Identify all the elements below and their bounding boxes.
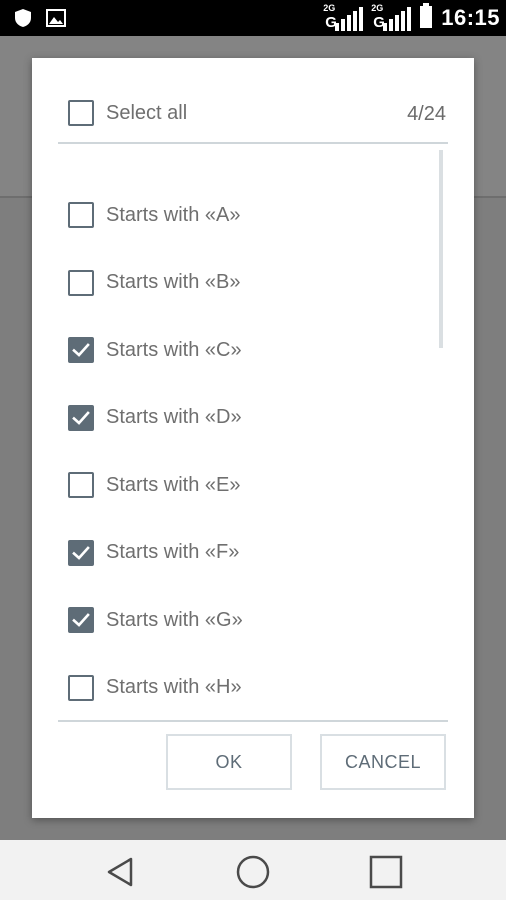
multi-select-dialog: Select all 4/24 Starts with «A» Starts wi… [32,58,474,818]
selected-count: 4/24 [407,103,446,125]
network-type-label: 2G [371,3,384,13]
list-item[interactable]: Starts with «H» [68,668,242,708]
list-item[interactable]: Starts with «D» [68,398,242,438]
item-label: Starts with «D» [106,406,242,428]
item-list[interactable]: Starts with «A» Starts with «B» Starts wit… [32,144,474,720]
item-label: Starts with «G» [106,608,243,631]
ok-button[interactable]: OK [166,734,292,790]
item-label: Starts with «F» [106,541,240,563]
battery-icon [419,2,433,34]
back-icon[interactable] [100,852,140,892]
network-type-label: 2G [323,3,336,13]
select-all-label: Select all [106,101,188,124]
cancel-button[interactable]: CANCEL [320,734,446,790]
signal-icon: 2G G [371,3,412,31]
item-checkbox[interactable] [68,674,94,701]
status-bar: 2G G 2G G 16:15 [0,0,506,36]
item-label: Starts with «A» [106,203,241,226]
item-label: Starts with «C» [106,338,242,361]
item-checkbox[interactable] [68,404,94,431]
shield-icon [14,8,32,33]
list-item[interactable]: Starts with «A» [68,195,241,235]
recents-icon[interactable] [366,852,406,892]
home-icon[interactable] [233,852,273,892]
item-checkbox[interactable] [68,607,94,633]
list-item[interactable]: Starts with «B» [68,263,241,303]
list-item[interactable]: Starts with «F» [68,533,239,573]
scrollbar[interactable] [439,150,443,348]
item-checkbox[interactable] [68,337,94,363]
item-checkbox[interactable] [68,202,94,228]
select-all-checkbox[interactable] [68,100,94,126]
clock: 16:15 [441,5,500,30]
item-checkbox[interactable] [68,539,94,566]
dialog-header: Select all 4/24 [32,58,474,144]
list-item[interactable]: Starts with «E» [68,465,241,505]
item-label: Starts with «H» [106,676,242,698]
signal-icon: 2G G [323,3,364,31]
item-checkbox[interactable] [68,472,94,498]
navigation-bar [0,840,506,900]
item-label: Starts with «E» [106,473,241,496]
divider [58,720,448,722]
list-item[interactable]: Starts with «G» [68,600,243,640]
select-all-row[interactable]: Select all [68,100,187,126]
list-item[interactable]: Starts with «C» [68,330,242,370]
item-checkbox[interactable] [68,269,94,296]
image-icon [46,9,66,32]
item-label: Starts with «B» [106,271,241,293]
